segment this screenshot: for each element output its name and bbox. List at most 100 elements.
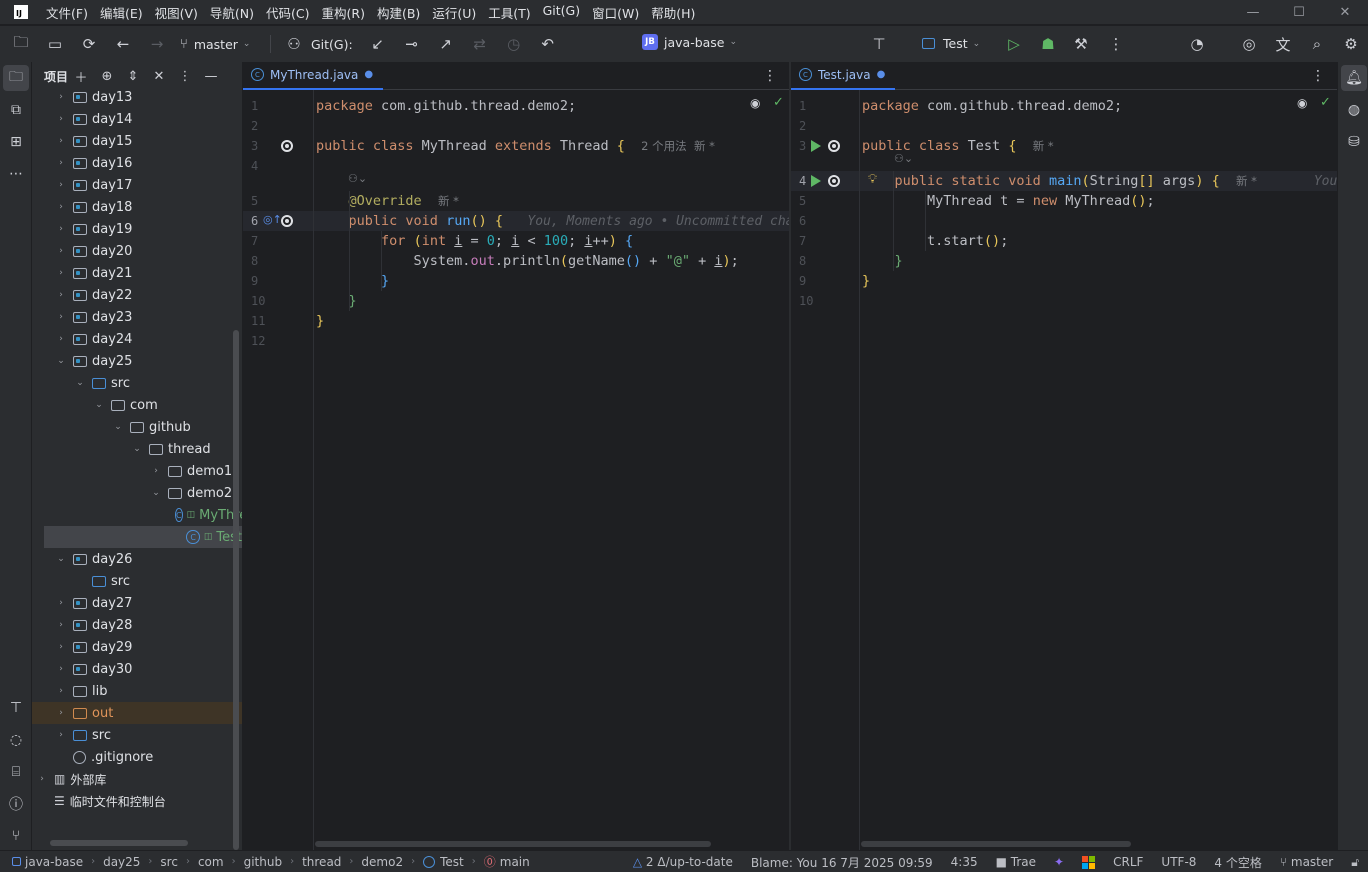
code-line[interactable]: }	[316, 271, 389, 291]
git-push-icon[interactable]: ↗	[429, 30, 463, 58]
chevron-right-icon[interactable]: ›	[55, 312, 67, 322]
tree-item-day27[interactable]: › day27	[32, 592, 242, 614]
hammer-icon[interactable]: ⊤	[862, 30, 896, 58]
breakpoint-icon[interactable]	[281, 215, 293, 227]
options-icon[interactable]: ⋮	[172, 69, 198, 84]
expand-all-icon[interactable]: ⇕	[120, 69, 146, 84]
tree-item-[interactable]: › ▥ 外部库	[32, 768, 242, 790]
code-line[interactable]: t.start();	[862, 231, 1008, 251]
locate-icon[interactable]: ⊕	[94, 69, 120, 84]
code-line[interactable]: package com.github.thread.demo2;	[316, 96, 576, 116]
code-line[interactable]: public class MyThread extends Thread { 2…	[316, 136, 715, 156]
build-tool-icon[interactable]: ⊤	[0, 692, 32, 724]
breakpoint-icon[interactable]	[828, 140, 840, 152]
chevron-down-icon[interactable]: ⌄	[150, 488, 162, 498]
tree-item-src[interactable]: src	[32, 570, 242, 592]
editor-horizontal-scrollbar[interactable]	[861, 841, 1131, 847]
breadcrumb-item[interactable]: Test	[423, 855, 464, 869]
line-number[interactable]: 4	[799, 174, 806, 188]
code-area[interactable]: package com.github.thread.demo2; public c…	[859, 90, 1337, 850]
plugin-icon[interactable]: ✦	[1054, 855, 1064, 869]
line-number[interactable]: 1	[251, 99, 258, 113]
commit-tool-icon[interactable]: ⧉	[0, 94, 32, 126]
breadcrumb-item[interactable]: java-base	[12, 855, 83, 869]
ai-assistant-icon[interactable]: ◎	[1232, 30, 1266, 58]
trae-widget[interactable]: ■ Trae	[996, 855, 1036, 869]
chevron-right-icon[interactable]: ›	[55, 92, 67, 102]
line-number[interactable]: 5	[799, 194, 806, 208]
problems-tool-icon[interactable]: ⓘ	[0, 788, 32, 820]
tree-item-day29[interactable]: › day29	[32, 636, 242, 658]
tree-item-day22[interactable]: › day22	[32, 284, 242, 306]
line-number[interactable]: 8	[251, 254, 258, 268]
line-number[interactable]: 6	[251, 214, 258, 228]
save-icon[interactable]: ▭	[38, 30, 72, 58]
chevron-right-icon[interactable]: ›	[55, 686, 67, 696]
tree-item-day25[interactable]: ⌄ day25	[32, 350, 242, 372]
tree-item-day16[interactable]: › day16	[32, 152, 242, 174]
tab-test[interactable]: C Test.java ●	[791, 62, 896, 90]
code-line[interactable]: }	[316, 311, 324, 331]
code-area[interactable]: package com.github.thread.demo2; public c…	[313, 90, 789, 850]
chevron-down-icon[interactable]: ⌄	[74, 378, 86, 388]
tree-item-day21[interactable]: › day21	[32, 262, 242, 284]
reader-mode-icon[interactable]: ◉	[750, 96, 760, 110]
line-number[interactable]: 12	[251, 334, 265, 348]
breakpoint-icon[interactable]	[281, 140, 293, 152]
line-number[interactable]: 10	[799, 294, 813, 308]
code-line[interactable]: @Override 新 *	[316, 191, 459, 211]
menu-item[interactable]: 视图(V)	[155, 3, 198, 22]
open-folder-icon[interactable]: 🗀	[4, 30, 38, 58]
git-history-icon[interactable]: ◷	[497, 30, 531, 58]
code-line[interactable]: }	[862, 251, 903, 271]
line-number[interactable]: 11	[251, 314, 265, 328]
line-ending[interactable]: CRLF	[1113, 855, 1143, 869]
chevron-down-icon[interactable]: ⌄	[55, 554, 67, 564]
chevron-right-icon[interactable]: ›	[55, 290, 67, 300]
hide-icon[interactable]: —	[198, 69, 224, 84]
code-line[interactable]: MyThread t = new MyThread();	[862, 191, 1155, 211]
tree-scrollbar[interactable]	[233, 330, 239, 850]
chevron-down-icon[interactable]: ⌄	[55, 356, 67, 366]
line-number[interactable]: 9	[799, 274, 806, 288]
chevron-down-icon[interactable]: ⌄	[131, 444, 143, 454]
tab-options-icon[interactable]: ⋮	[763, 68, 777, 84]
menu-item[interactable]: Git(G)	[543, 3, 581, 22]
line-number[interactable]: 6	[799, 214, 806, 228]
menu-item[interactable]: 构建(B)	[377, 3, 420, 22]
build-icon[interactable]: ⚒	[1064, 30, 1098, 58]
chevron-right-icon[interactable]: ›	[55, 334, 67, 344]
breadcrumb-item[interactable]: com	[198, 855, 224, 869]
back-icon[interactable]: ←	[106, 30, 140, 58]
chevron-right-icon[interactable]: ›	[36, 774, 48, 784]
code-line[interactable]: }	[316, 291, 357, 311]
breakpoint-icon[interactable]	[828, 175, 840, 187]
sync-icon[interactable]: ⟳	[72, 30, 106, 58]
tree-item-out[interactable]: › out	[32, 702, 242, 724]
chevron-right-icon[interactable]: ›	[55, 708, 67, 718]
code-line[interactable]: public void run() { You, Moments ago • U…	[316, 211, 789, 231]
notifications-icon[interactable]: 🔔︎	[1341, 65, 1367, 91]
line-number[interactable]: 2	[799, 119, 806, 133]
tree-item-test[interactable]: C ◫ Test	[44, 526, 242, 548]
commit-user-icon[interactable]: ⚇	[277, 30, 311, 58]
menu-item[interactable]: 文件(F)	[46, 3, 88, 22]
code-line[interactable]: for (int i = 0; i < 100; i++) {	[316, 231, 633, 251]
tree-item-day26[interactable]: ⌄ day26	[32, 548, 242, 570]
chevron-right-icon[interactable]: ›	[55, 730, 67, 740]
terminal-tool-icon[interactable]: ⌸	[0, 756, 32, 788]
more-tools-icon[interactable]: ⋯	[0, 158, 32, 190]
code-with-me-icon[interactable]: ◔	[1180, 30, 1214, 58]
code-line[interactable]: }	[862, 271, 870, 291]
code-author-icon[interactable]: ⚇⌄	[894, 152, 913, 165]
breadcrumb-item[interactable]: day25	[103, 855, 140, 869]
breadcrumb-item[interactable]: thread	[302, 855, 341, 869]
tree-item-com[interactable]: ⌄ com	[32, 394, 242, 416]
menu-item[interactable]: 编辑(E)	[100, 3, 143, 22]
reader-mode-icon[interactable]: ◉	[1297, 96, 1307, 110]
chevron-right-icon[interactable]: ›	[55, 620, 67, 630]
chevron-down-icon[interactable]: ⌄	[93, 400, 105, 410]
menu-item[interactable]: 导航(N)	[210, 3, 254, 22]
chevron-right-icon[interactable]: ›	[55, 268, 67, 278]
tree-item-src[interactable]: › src	[32, 724, 242, 746]
